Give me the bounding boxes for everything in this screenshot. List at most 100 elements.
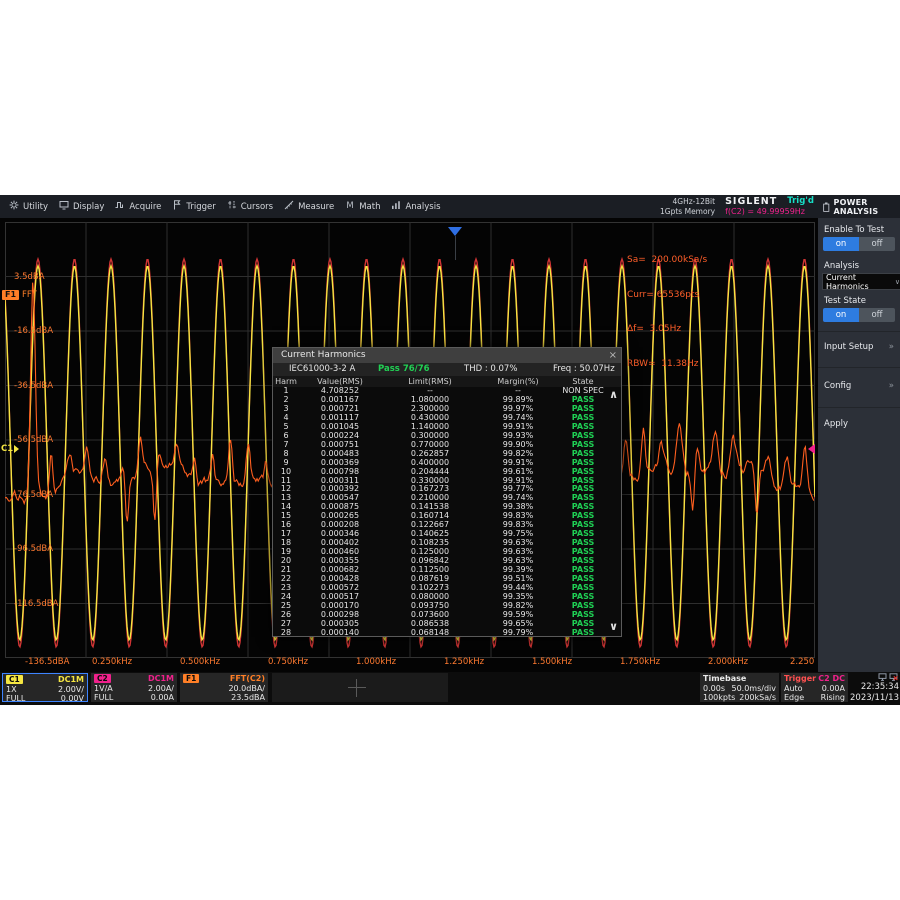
dialog-summary-row: IEC61000-3-2 A Pass 76/76 THD : 0.07% Fr…: [273, 363, 621, 376]
timebase-samplerate: 200kSa/s: [739, 693, 776, 703]
c1-scale: 2.00V/: [58, 685, 84, 695]
f1-trace-tag[interactable]: F1 FFT: [2, 290, 37, 300]
test-state-toggle: on off: [823, 308, 895, 322]
y-axis-label: -96.5dBA: [14, 544, 53, 554]
harmonics-table-body: 14.708252----NON SPEC20.0011671.08000099…: [273, 387, 621, 638]
c1-offset: 0.00V: [61, 694, 84, 704]
gear-icon: [9, 200, 19, 213]
f1-scale: 20.0dBA/: [228, 684, 265, 694]
analysis-dropdown[interactable]: Current Harmonics ∨: [822, 273, 900, 290]
fft-sample-rate: Sa= 200.00kSa/s: [627, 255, 707, 267]
measure-icon: [284, 200, 294, 213]
menu-item-display[interactable]: Display: [59, 200, 104, 213]
math-f1-box[interactable]: F1 FFT(C2) 20.0dBA/ 23.5dBA: [180, 673, 268, 702]
timebase-box[interactable]: Timebase 0.00s 50.0ms/div 100kpts 200kSa…: [700, 673, 779, 702]
column-header: Harm: [273, 376, 299, 387]
x-axis-label: 2.250: [790, 657, 814, 667]
trigger-level-marker[interactable]: [808, 444, 815, 454]
time-readout: 22:35:34: [849, 682, 899, 693]
menu-item-analysis[interactable]: Analysis: [391, 200, 440, 213]
brand-logo: SIGLENT: [725, 196, 777, 207]
menu-item-math[interactable]: MMath: [345, 200, 380, 213]
harmonic-row[interactable]: 280.0001400.06814899.79%PASS: [273, 629, 621, 638]
timebase-label: Timebase: [703, 674, 746, 684]
apply-item[interactable]: Apply: [824, 419, 894, 429]
x-axis-label: 1.000kHz: [356, 657, 396, 667]
c2-scale: 2.00A/: [148, 684, 174, 694]
x-axis-label: 0.750kHz: [268, 657, 308, 667]
trigger-flag-icon: [172, 200, 182, 213]
close-icon[interactable]: ×: [609, 348, 617, 363]
display-icon: [59, 200, 69, 213]
c1-level-marker[interactable]: C1: [1, 444, 19, 454]
trigger-mode: Auto: [784, 684, 803, 694]
freq-readout: Freq : 50.07Hz: [553, 363, 615, 376]
clock-box[interactable]: 22:35:34 2023/11/13: [849, 673, 899, 704]
scroll-up-icon[interactable]: ∧: [609, 389, 618, 401]
enable-toggle: on off: [823, 237, 895, 251]
panel-divider: [818, 331, 900, 332]
c1-probe: 1X: [6, 685, 17, 695]
trigger-type: Edge: [784, 693, 804, 703]
test-state-on-button[interactable]: on: [823, 308, 859, 322]
value-cell: 0.068148: [381, 629, 479, 638]
c1-marker-label: C1: [1, 444, 13, 454]
f1-source: FFT(C2): [230, 674, 265, 684]
enable-on-button[interactable]: on: [823, 237, 859, 251]
power-analysis-panel: POWER ANALYSIS Enable To Test on off Ana…: [818, 195, 900, 672]
dialog-titlebar[interactable]: Current Harmonics ×: [273, 348, 621, 363]
config-label: Config: [824, 381, 851, 391]
acquire-icon: [115, 200, 125, 213]
lan-disconnected-icon: [889, 673, 898, 681]
x-axis-label: 1.750kHz: [620, 657, 660, 667]
submenu-arrow-icon: »: [889, 381, 894, 391]
menu-item-cursors[interactable]: Cursors: [227, 200, 273, 213]
fft-delta-f: Δf= 3.05Hz: [627, 324, 707, 336]
trigger-position-marker[interactable]: [448, 227, 462, 236]
config-item[interactable]: Config »: [824, 381, 894, 391]
fft-rbw: RBW= 11.38Hz: [627, 359, 707, 371]
column-header: Margin(%): [479, 376, 557, 387]
menu-item-utility[interactable]: Utility: [9, 200, 48, 213]
input-setup-item[interactable]: Input Setup »: [824, 342, 894, 352]
oscilloscope-screen: Utility Display Acquire Trigger Cursors Measu…: [0, 195, 900, 705]
trigger-source: C2 DC: [818, 674, 845, 684]
pass-count-badge: Pass 76/76: [378, 363, 430, 376]
menu-item-trigger[interactable]: Trigger: [172, 200, 215, 213]
state-cell: PASS: [557, 629, 609, 638]
c1-marker-arrow-icon: [14, 445, 19, 453]
lan-icon: [878, 673, 887, 681]
channel-c2-box[interactable]: C2 DC1M 1V/A 2.00A/ FULL 0.00A: [91, 673, 177, 702]
network-status-icons: [849, 673, 899, 682]
menu-item-acquire[interactable]: Acquire: [115, 200, 161, 213]
f1-badge: F1: [2, 290, 19, 300]
test-state-off-button[interactable]: off: [859, 308, 895, 322]
f1-fft-label: FFT: [22, 290, 37, 300]
c2-badge: C2: [94, 674, 111, 683]
f1-ref-level: 23.5dBA: [231, 693, 265, 703]
menu-item-measure[interactable]: Measure: [284, 200, 334, 213]
c2-offset: 0.00A: [151, 693, 174, 703]
channel-c1-box[interactable]: C1 DC1M 1X 2.00V/ FULL 0.00V: [2, 673, 88, 702]
table-header-row: HarmValue(RMS)Limit(RMS)Margin(%)State: [273, 376, 621, 387]
svg-text:M: M: [347, 201, 354, 210]
y-axis-label: -116.5dBA: [14, 599, 58, 609]
fft-points: Curr= 65536pts: [627, 290, 707, 302]
submenu-arrow-icon: »: [889, 342, 894, 352]
add-trace-plus-icon: [348, 679, 366, 697]
panel-title: POWER ANALYSIS: [834, 198, 900, 216]
scroll-down-icon[interactable]: ∨: [609, 621, 618, 633]
y-axis-label: -76.5dBA: [14, 490, 53, 500]
panel-divider: [818, 367, 900, 368]
x-axis-label: 2.000kHz: [708, 657, 748, 667]
timebase-points: 100kpts: [703, 693, 735, 703]
enable-off-button[interactable]: off: [859, 237, 895, 251]
trigger-box[interactable]: Trigger C2 DC Auto 0.00A Edge Rising: [781, 673, 848, 702]
c2-bandwidth: FULL: [94, 693, 113, 703]
c1-badge: C1: [6, 675, 23, 684]
empty-channel-slot[interactable]: [272, 673, 448, 702]
value-cell: 0.000140: [299, 629, 381, 638]
battery-icon: [823, 201, 830, 213]
x-axis-label: 0.500kHz: [180, 657, 220, 667]
thd-readout: THD : 0.07%: [464, 363, 517, 376]
